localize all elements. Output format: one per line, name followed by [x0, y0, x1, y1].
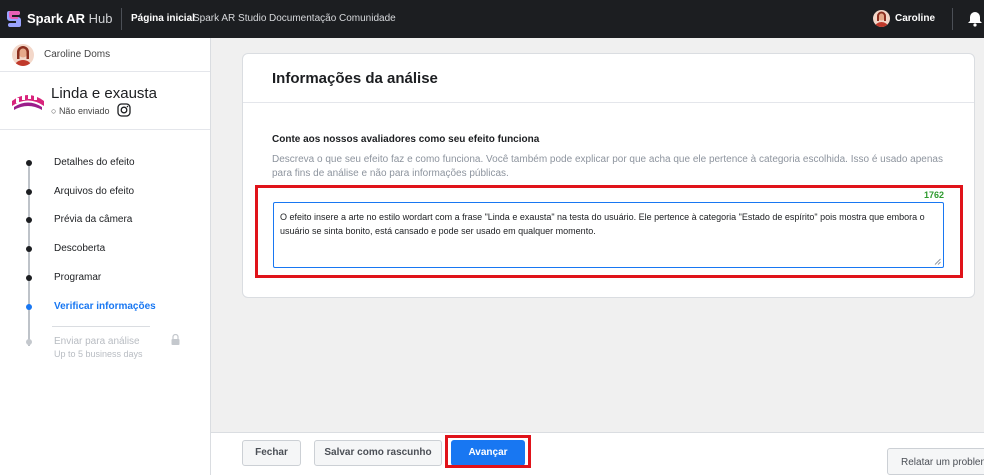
- nav-home[interactable]: Página inicial: [131, 13, 195, 24]
- review-time-note: Up to 5 business days: [54, 349, 143, 359]
- step-dot: [26, 189, 32, 195]
- step-dot: [26, 339, 32, 345]
- step-dot: [26, 217, 32, 223]
- step-effect-files[interactable]: Arquivos do efeito: [0, 184, 210, 202]
- step-effect-details[interactable]: Detalhes do efeito: [0, 155, 210, 173]
- highlight-annotation: [445, 435, 531, 468]
- step-discovery[interactable]: Descoberta: [0, 241, 210, 259]
- avatar[interactable]: [873, 10, 890, 27]
- project-title: Linda e exausta: [51, 85, 157, 102]
- spark-ar-logo-icon[interactable]: [7, 9, 21, 29]
- resize-handle-icon[interactable]: [934, 258, 941, 265]
- page-title: Informações da análise: [272, 70, 438, 87]
- step-dot: [26, 246, 32, 252]
- project-status: ○ Não enviado: [51, 106, 110, 116]
- nav-spark-ar-studio[interactable]: Spark AR Studio: [193, 13, 266, 24]
- sidebar: Caroline Doms Linda e exausta ○ Não envi…: [0, 38, 211, 475]
- step-dot: [26, 275, 32, 281]
- lock-icon: [171, 334, 180, 345]
- top-navigation-bar: Spark AR Hub Página inicial Spark AR Stu…: [0, 0, 984, 38]
- report-problem-button[interactable]: Relatar um problema: [887, 448, 984, 475]
- user-name[interactable]: Caroline: [895, 13, 935, 24]
- project-header: Linda e exausta ○ Não enviado: [0, 72, 210, 130]
- sidebar-username: Caroline Doms: [44, 49, 111, 60]
- divider: [52, 326, 150, 327]
- bell-icon[interactable]: [966, 10, 984, 28]
- question-label: Conte aos nossos avaliadores como seu ef…: [272, 134, 540, 145]
- sidebar-user[interactable]: Caroline Doms: [0, 38, 210, 72]
- panel-header: Informações da análise: [243, 54, 974, 103]
- step-dot: [26, 160, 32, 166]
- question-help-text: Descreva o que seu efeito faz e como fun…: [272, 154, 943, 179]
- step-camera-preview[interactable]: Prévia da câmera: [0, 212, 210, 230]
- divider: [121, 8, 122, 30]
- avatar: [12, 44, 34, 66]
- textarea-value: O efeito insere a arte no estilo wordart…: [280, 212, 925, 236]
- step-schedule[interactable]: Programar: [0, 270, 210, 288]
- effect-description-textarea[interactable]: O efeito insere a arte no estilo wordart…: [273, 202, 944, 268]
- instagram-icon: [117, 103, 131, 117]
- close-button[interactable]: Fechar: [242, 440, 301, 466]
- character-counter: 1762: [924, 190, 945, 200]
- nav-documentation[interactable]: Documentação: [269, 13, 336, 24]
- nav-community[interactable]: Comunidade: [339, 13, 396, 24]
- brand-name[interactable]: Spark AR Hub: [27, 11, 113, 26]
- save-draft-button[interactable]: Salvar como rascunho: [314, 440, 442, 466]
- step-dot: [26, 304, 32, 310]
- effect-thumbnail: [12, 94, 44, 110]
- step-verify-information[interactable]: Verificar informações: [0, 299, 210, 317]
- divider: [952, 8, 953, 30]
